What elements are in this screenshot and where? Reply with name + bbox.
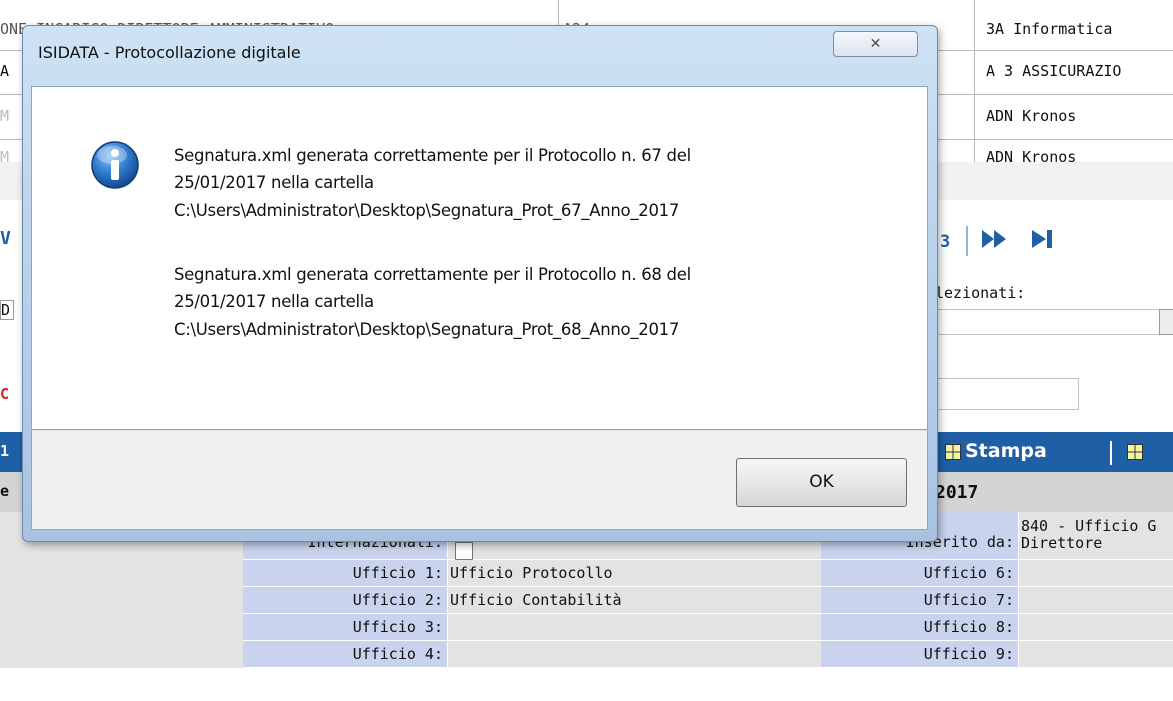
pager-page-number[interactable]: 3 xyxy=(940,232,956,252)
internazionali-checkbox[interactable] xyxy=(455,542,473,560)
ufficio-1-value: Ufficio Protocollo xyxy=(448,560,821,587)
top-row-1-col3[interactable]: 3A Informatica xyxy=(986,20,1173,38)
message-line-4: Segnatura.xml generata correttamente per… xyxy=(174,265,691,284)
ufficio-4-value xyxy=(448,641,821,668)
left-letter-red: C xyxy=(0,385,10,403)
close-button[interactable]: ✕ xyxy=(833,31,918,57)
grid-icon xyxy=(945,444,961,460)
ufficio-9-label: Ufficio 9: xyxy=(821,641,1019,668)
ufficio-3-label: Ufficio 3: xyxy=(243,614,448,641)
ufficio-6-label: Ufficio 6: xyxy=(821,560,1019,587)
ufficio-3-value xyxy=(448,614,821,641)
left-letter-1: 1 xyxy=(0,442,10,460)
search-field[interactable] xyxy=(935,378,1079,410)
grid-icon-2[interactable] xyxy=(1127,444,1143,460)
message-line-3: C:\Users\Administrator\Desktop\Segnatura… xyxy=(174,201,680,220)
close-icon: ✕ xyxy=(869,36,882,52)
dialog-body: Segnatura.xml generata correttamente per… xyxy=(31,86,928,430)
left-letter-e: e xyxy=(0,482,10,500)
dialog-title: ISIDATA - Protocollazione digitale xyxy=(38,43,301,62)
top-row-4-col3[interactable]: ADN Kronos xyxy=(986,148,1173,162)
top-row-3-col1: M xyxy=(0,107,10,125)
ufficio-7-label: Ufficio 7: xyxy=(821,587,1019,614)
inserito-value: 840 - Ufficio G Direttore xyxy=(1019,512,1173,560)
information-icon xyxy=(90,140,140,190)
top-row-2-col3[interactable]: A 3 ASSICURAZIO xyxy=(986,62,1173,80)
selezionati-button[interactable] xyxy=(1159,309,1173,335)
selezionati-field[interactable] xyxy=(935,309,1161,335)
ufficio-2-label: Ufficio 2: xyxy=(243,587,448,614)
selezionati-label: lezionati: xyxy=(935,284,1026,302)
ok-button[interactable]: OK xyxy=(736,458,907,507)
top-row-3-col3[interactable]: ADN Kronos xyxy=(986,107,1173,125)
message-line-1: Segnatura.xml generata correttamente per… xyxy=(174,146,691,165)
top-row-4-col1: M xyxy=(0,148,10,162)
ufficio-8-label: Ufficio 8: xyxy=(821,614,1019,641)
message-line-6: C:\Users\Administrator\Desktop\Segnatura… xyxy=(174,320,680,339)
skip-to-end-icon[interactable] xyxy=(1030,228,1060,250)
fast-forward-icon[interactable] xyxy=(980,228,1014,250)
left-letter-d: D xyxy=(0,300,14,320)
top-row-2-col1: A xyxy=(0,62,10,80)
ufficio-2-value: Ufficio Contabilità xyxy=(448,587,821,614)
ufficio-4-label: Ufficio 4: xyxy=(243,641,448,668)
message-line-2: 25/01/2017 nella cartella xyxy=(174,173,374,192)
message-dialog: ISIDATA - Protocollazione digitale ✕ Seg… xyxy=(22,25,938,542)
message-line-5: 25/01/2017 nella cartella xyxy=(174,292,374,311)
ufficio-1-label: Ufficio 1: xyxy=(243,560,448,587)
left-letter-v: V xyxy=(0,228,11,249)
stampa-button[interactable]: Stampa xyxy=(965,440,1065,462)
year-fragment: 2017 xyxy=(935,482,979,503)
